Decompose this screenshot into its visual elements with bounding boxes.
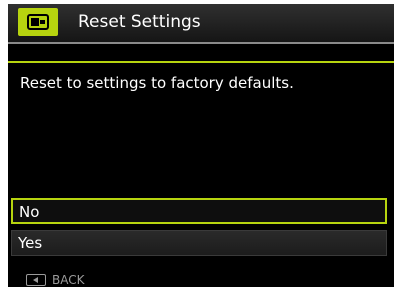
back-label: BACK — [52, 273, 85, 287]
title-bar: Reset Settings — [8, 4, 394, 44]
option-no-label: No — [19, 203, 40, 221]
option-no[interactable]: No — [11, 198, 387, 224]
left-arrow-button-icon — [26, 274, 46, 286]
confirmation-message: Reset to settings to factory defaults. — [20, 74, 294, 92]
page-title: Reset Settings — [78, 12, 201, 32]
option-yes-label: Yes — [18, 234, 43, 252]
camera-screen: Reset Settings Reset to settings to fact… — [8, 4, 394, 287]
setup-tab-icon — [27, 14, 49, 30]
mode-badge — [18, 8, 58, 36]
option-yes[interactable]: Yes — [11, 230, 387, 256]
divider — [8, 61, 394, 63]
